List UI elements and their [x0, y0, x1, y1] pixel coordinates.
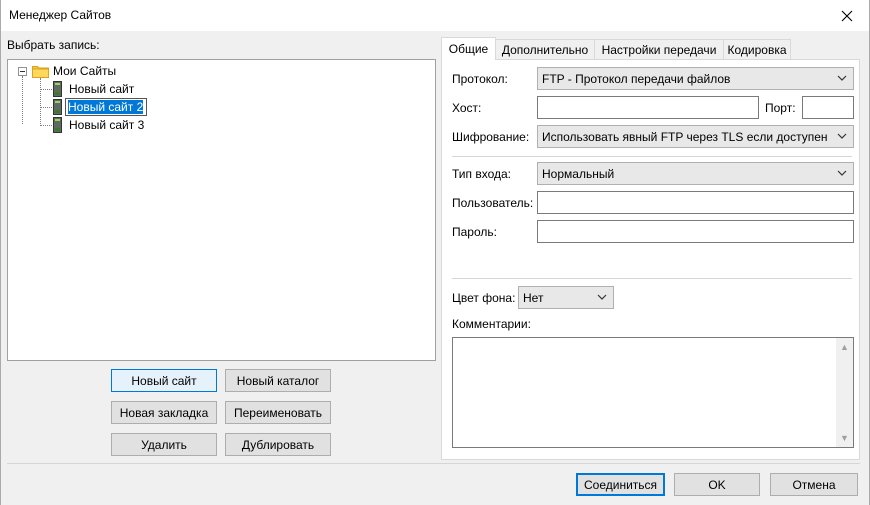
tree-item-site-1[interactable]: Новый сайт	[53, 80, 134, 98]
tree-connector	[40, 78, 41, 126]
scroll-up-icon[interactable]: ▲	[840, 342, 849, 352]
server-icon	[53, 99, 62, 115]
close-button[interactable]	[824, 0, 870, 31]
user-input[interactable]	[537, 191, 854, 214]
close-icon	[841, 10, 853, 21]
rename-button[interactable]: Переименовать	[225, 401, 331, 424]
tab-transfer-settings[interactable]: Настройки передачи	[594, 39, 724, 59]
protocol-select-value: FTP - Протокол передачи файлов	[542, 71, 731, 86]
scroll-down-icon[interactable]: ▼	[840, 433, 849, 443]
tree-connector	[40, 125, 54, 126]
general-panel: Протокол: FTP - Протокол передачи файлов…	[441, 59, 860, 460]
chevron-down-icon	[597, 294, 607, 300]
rename-input-text: Новый сайт 2	[68, 100, 144, 114]
server-icon	[53, 117, 62, 133]
divider	[452, 278, 852, 279]
tree-connector	[40, 89, 54, 90]
host-label: Хост:	[452, 101, 482, 115]
bgcolor-select-value: Нет	[523, 290, 544, 305]
collapse-toggle[interactable]	[18, 67, 27, 76]
delete-button[interactable]: Удалить	[111, 433, 217, 456]
chevron-down-icon	[837, 133, 847, 139]
folder-icon	[32, 66, 49, 78]
password-input[interactable]	[537, 220, 854, 243]
port-input[interactable]	[802, 96, 854, 119]
logon-type-select-value: Нормальный	[542, 166, 615, 181]
window-title: Менеджер Сайтов	[9, 8, 112, 22]
tree-item-site-3[interactable]: Новый сайт 3	[53, 116, 144, 134]
comments-label: Комментарии:	[452, 317, 531, 331]
tree-item-label: Новый сайт 3	[69, 118, 145, 132]
logon-type-label: Тип входа:	[452, 167, 511, 181]
tree-item-site-2[interactable]: Новый сайт 2	[53, 98, 148, 116]
tab-charset[interactable]: Кодировка	[723, 39, 791, 59]
tree-item-label: Новый сайт	[69, 82, 135, 96]
chevron-down-icon	[837, 170, 847, 176]
new-site-button[interactable]: Новый сайт	[111, 369, 217, 392]
protocol-select[interactable]: FTP - Протокол передачи файлов	[537, 67, 854, 90]
encryption-select-value: Использовать явный FTP через TLS если до…	[542, 129, 828, 144]
site-tree[interactable]: Мои Сайты Новый сайт Новый сайт 2 Новый …	[7, 59, 436, 361]
select-entry-label: Выбрать запись:	[7, 38, 100, 52]
logon-type-select[interactable]: Нормальный	[537, 162, 854, 185]
comments-scrollbar[interactable]: ▲ ▼	[836, 338, 853, 447]
user-label: Пользователь:	[452, 196, 534, 210]
window-border-left	[0, 0, 1, 505]
chevron-down-icon	[837, 75, 847, 81]
encryption-label: Шифрование:	[452, 130, 530, 144]
bgcolor-select[interactable]: Нет	[518, 286, 614, 309]
ok-button[interactable]: OK	[674, 473, 760, 496]
divider	[452, 156, 852, 157]
tree-connector	[40, 107, 54, 108]
tree-root-label: Мои Сайты	[53, 64, 117, 78]
tab-advanced[interactable]: Дополнительно	[495, 39, 595, 59]
rename-input[interactable]: Новый сайт 2	[65, 98, 148, 116]
tree-connector	[22, 76, 23, 124]
connect-button[interactable]: Соединиться	[576, 473, 665, 496]
duplicate-button[interactable]: Дублировать	[225, 433, 331, 456]
comments-textarea[interactable]: ▲ ▼	[452, 337, 854, 448]
footer-divider	[7, 463, 860, 464]
server-icon	[53, 81, 62, 97]
new-bookmark-button[interactable]: Новая закладка	[111, 401, 217, 424]
protocol-label: Протокол:	[452, 72, 508, 86]
port-label: Порт:	[765, 101, 796, 115]
bgcolor-label: Цвет фона:	[452, 291, 516, 305]
new-folder-button[interactable]: Новый каталог	[225, 369, 331, 392]
password-label: Пароль:	[452, 225, 497, 239]
tab-general[interactable]: Общие	[441, 37, 496, 60]
tree-root-my-sites[interactable]: Мои Сайты	[32, 62, 116, 80]
encryption-select[interactable]: Использовать явный FTP через TLS если до…	[537, 125, 854, 148]
host-input[interactable]	[537, 96, 759, 119]
title-bar: Менеджер Сайтов	[0, 0, 870, 31]
cancel-button[interactable]: Отмена	[770, 473, 858, 496]
